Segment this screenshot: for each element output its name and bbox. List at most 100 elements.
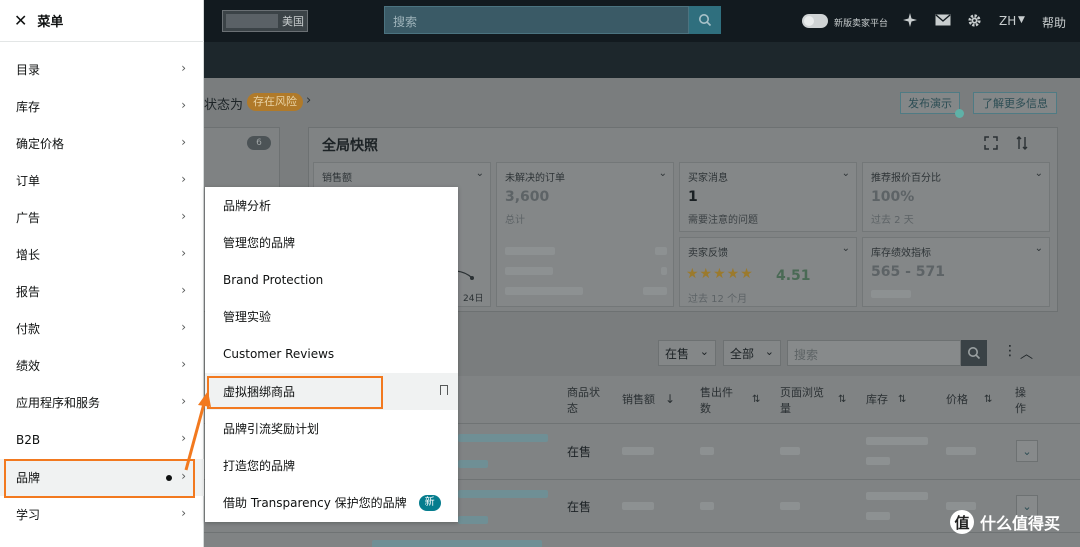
sort-icon[interactable]: ⇅ bbox=[984, 392, 992, 408]
submenu-item-brand-referral-bonus[interactable]: 品牌引流奖励计划 bbox=[205, 410, 458, 447]
menu-item-advertising[interactable]: 广告 › bbox=[0, 199, 204, 236]
submenu-item-manage-brands[interactable]: 管理您的品牌 bbox=[205, 224, 458, 261]
blurred-cell bbox=[780, 502, 800, 510]
menu-header: ✕ 菜单 bbox=[0, 0, 204, 42]
tile-value: 1 bbox=[688, 189, 698, 205]
blurred-metric bbox=[871, 290, 911, 298]
submenu-item-manage-experiments[interactable]: 管理实验 bbox=[205, 298, 458, 335]
menu-item-orders[interactable]: 订单 › bbox=[0, 162, 204, 199]
list-search-button[interactable] bbox=[961, 340, 987, 366]
store-selector[interactable]: 美国 bbox=[222, 10, 308, 32]
blurred-metric bbox=[643, 287, 667, 295]
expand-icon[interactable] bbox=[984, 136, 998, 150]
chevron-right-icon: › bbox=[181, 172, 186, 186]
global-search-button[interactable] bbox=[689, 6, 721, 34]
chevron-down-icon[interactable]: ⌄ bbox=[842, 243, 850, 254]
submenu-item-label: 品牌分析 bbox=[223, 199, 272, 213]
menu-item-label: 确定价格 bbox=[16, 137, 65, 151]
submenu-item-label: 打造您的品牌 bbox=[223, 459, 296, 473]
chevron-down-icon[interactable]: ⌄ bbox=[1035, 243, 1043, 254]
menu-item-growth[interactable]: 增长 › bbox=[0, 236, 204, 273]
learn-more-button[interactable]: 了解更多信息 bbox=[973, 92, 1057, 114]
submenu-item-label: 管理实验 bbox=[223, 310, 272, 324]
menu-item-learn[interactable]: 学习 › bbox=[0, 496, 204, 533]
product-title-blurred[interactable] bbox=[458, 434, 548, 442]
featured-offer-tile[interactable]: 推荐报价百分比 ⌄ 100% 过去 2 天 bbox=[862, 162, 1050, 232]
sort-icon[interactable]: ⇅ bbox=[898, 392, 906, 408]
submenu-item-brand-analytics[interactable]: 品牌分析 bbox=[205, 187, 458, 224]
category-filter-select[interactable]: 全部 ⌄ bbox=[723, 340, 781, 366]
row-expand-button[interactable]: ⌄ bbox=[1016, 440, 1038, 462]
collapse-icon[interactable]: ︿ bbox=[1020, 343, 1033, 362]
column-header-units[interactable]: 售出件数 bbox=[700, 385, 740, 417]
tile-sub: 总计 bbox=[505, 215, 525, 226]
status-filter-select[interactable]: 在售 ⌄ bbox=[658, 340, 716, 366]
column-header-page-views[interactable]: 页面浏览量 bbox=[780, 385, 832, 417]
watermark-text: 什么值得买 bbox=[980, 514, 1061, 533]
chevron-right-icon: › bbox=[181, 320, 186, 334]
more-options-icon[interactable]: ⋮ bbox=[1003, 343, 1017, 359]
chevron-right-icon[interactable]: › bbox=[306, 93, 311, 108]
menu-item-inventory[interactable]: 库存 › bbox=[0, 88, 204, 125]
tile-label: 推荐报价百分比 bbox=[871, 173, 941, 184]
sparkle-icon[interactable] bbox=[902, 12, 918, 28]
column-header-price[interactable]: 价格 bbox=[946, 392, 968, 408]
submenu-item-label: 管理您的品牌 bbox=[223, 236, 296, 250]
watermark-logo: 值 什么值得买 bbox=[950, 510, 1060, 534]
tile-value: 3,600 bbox=[505, 189, 550, 205]
menu-item-performance[interactable]: 绩效 › bbox=[0, 347, 204, 384]
help-link[interactable]: 帮助 bbox=[1042, 14, 1066, 31]
menu-item-label: 付款 bbox=[16, 322, 41, 336]
buyer-messages-tile[interactable]: 买家消息 ⌄ 1 需要注意的问题 bbox=[679, 162, 857, 232]
column-header-status[interactable]: 商品状态 bbox=[567, 385, 607, 417]
menu-item-b2b[interactable]: B2B › bbox=[0, 421, 204, 458]
mail-icon[interactable] bbox=[935, 14, 951, 26]
list-search-input[interactable]: 搜索 bbox=[787, 340, 961, 366]
menu-item-pricing[interactable]: 确定价格 › bbox=[0, 125, 204, 162]
close-icon[interactable]: ✕ bbox=[14, 11, 27, 30]
submenu-item-transparency[interactable]: 借助 Transparency 保护您的品牌新 bbox=[205, 484, 458, 521]
chevron-down-icon[interactable]: ⌄ bbox=[842, 168, 850, 179]
status-badge[interactable]: 存在风险 bbox=[247, 93, 303, 111]
menu-item-catalog[interactable]: 目录 › bbox=[0, 51, 204, 88]
menu-item-reports[interactable]: 报告 › bbox=[0, 273, 204, 310]
sort-down-icon[interactable]: ↓ bbox=[665, 391, 675, 407]
open-orders-tile[interactable]: 未解决的订单 ⌄ 3,600 总计 bbox=[496, 162, 674, 307]
product-title-blurred[interactable] bbox=[458, 490, 548, 498]
demo-button[interactable]: 发布演示 bbox=[900, 92, 960, 114]
submenu-item-build-your-brand[interactable]: 打造您的品牌 bbox=[205, 447, 458, 484]
tile-value: 565 - 571 bbox=[871, 264, 946, 280]
menu-item-payments[interactable]: 付款 › bbox=[0, 310, 204, 347]
new-badge: 新 bbox=[418, 494, 441, 511]
submenu-item-brand-protection[interactable]: Brand Protection bbox=[205, 261, 458, 298]
column-header-inventory[interactable]: 库存 bbox=[866, 392, 888, 408]
language-selector[interactable]: ZH bbox=[999, 14, 1016, 28]
blurred-metric bbox=[505, 247, 555, 255]
gear-icon[interactable] bbox=[967, 13, 982, 28]
inventory-performance-tile[interactable]: 库存绩效指标 ⌄ 565 - 571 bbox=[862, 237, 1050, 307]
menu-item-label: 学习 bbox=[16, 508, 41, 522]
row-status: 在售 bbox=[567, 500, 592, 514]
menu-item-apps-services[interactable]: 应用程序和服务 › bbox=[0, 384, 204, 421]
global-snapshot-title: 全局快照 bbox=[322, 138, 378, 154]
submenu-item-label: 借助 Transparency 保护您的品牌 bbox=[223, 496, 407, 510]
tile-label: 卖家反馈 bbox=[688, 248, 728, 259]
new-platform-toggle[interactable] bbox=[802, 14, 828, 28]
tile-label: 买家消息 bbox=[688, 173, 728, 184]
chevron-down-icon[interactable]: ⌄ bbox=[659, 168, 667, 179]
global-search-input[interactable]: 搜索 bbox=[384, 6, 689, 34]
chevron-down-icon[interactable]: ⌄ bbox=[476, 168, 484, 179]
chevron-down-icon[interactable]: ⌄ bbox=[1035, 168, 1043, 179]
sort-icon[interactable]: ⇅ bbox=[838, 392, 846, 408]
column-header-sales[interactable]: 销售额 bbox=[622, 392, 655, 408]
sort-settings-icon[interactable] bbox=[1016, 136, 1028, 150]
submenu-item-customer-reviews[interactable]: Customer Reviews bbox=[205, 335, 458, 372]
sort-icon[interactable]: ⇅ bbox=[752, 392, 760, 408]
tile-label: 销售额 bbox=[322, 173, 352, 184]
column-header-action: 操作 bbox=[1015, 386, 1026, 415]
search-icon bbox=[699, 14, 712, 27]
blurred-cell bbox=[866, 457, 890, 465]
row-status: 在售 bbox=[567, 445, 592, 459]
highlight-box-virtual-bundles bbox=[207, 376, 383, 409]
bookmark-icon[interactable] bbox=[440, 385, 448, 395]
